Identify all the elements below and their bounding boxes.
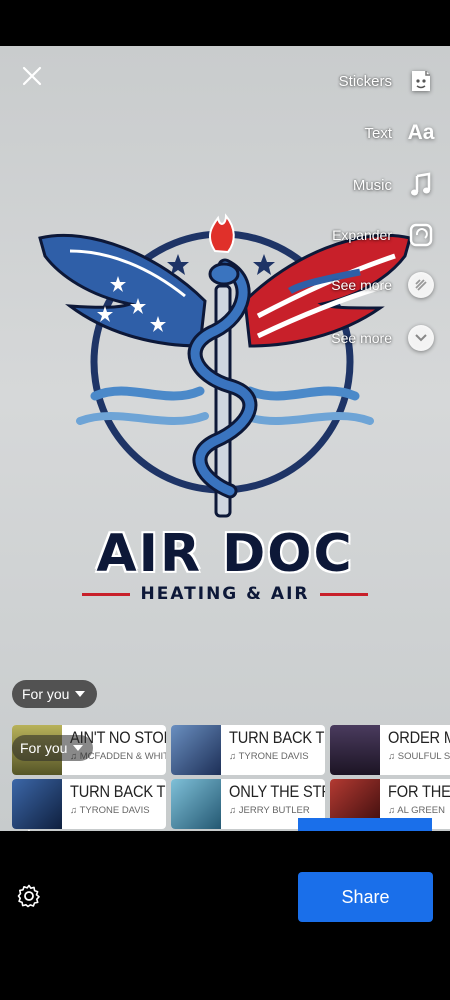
status-bar xyxy=(0,0,450,46)
track-title: ORDER M xyxy=(388,728,450,747)
chevron-down-icon xyxy=(406,323,436,353)
tool-label: Stickers xyxy=(338,72,392,90)
tool-label: See more xyxy=(331,330,392,346)
tool-see-more[interactable]: See more xyxy=(331,323,436,353)
album-cover xyxy=(171,779,221,829)
track-title: ONLY THE STR xyxy=(229,782,325,801)
track-artist: ♫ SOULFUL SOUN xyxy=(388,751,450,762)
music-note-icon xyxy=(406,170,436,200)
tool-draw[interactable]: See more xyxy=(331,270,436,300)
music-filter-ghost: For you xyxy=(12,735,94,761)
caret-down-icon xyxy=(75,691,86,697)
tool-text[interactable]: Text Aa xyxy=(364,118,436,148)
air-doc-logo-image xyxy=(38,213,412,518)
tool-expander[interactable]: Expander xyxy=(332,220,436,250)
track-title: TURN BACK TH xyxy=(70,782,166,801)
logo-title: AIR DOC xyxy=(96,524,354,584)
tool-label: Expander xyxy=(332,227,392,243)
close-icon xyxy=(22,66,42,86)
track-artist: ♫ AL GREEN xyxy=(388,805,445,816)
music-filter-ghost-label: For you xyxy=(20,740,68,756)
music-filter-label: For you xyxy=(22,686,70,702)
caret-down-icon xyxy=(73,745,84,751)
track-artist: ♫ TYRONE DAVIS xyxy=(229,751,309,762)
track-artist: ♫ JERRY BUTLER xyxy=(229,805,310,816)
text-aa-icon: Aa xyxy=(407,121,435,144)
track-artist: ♫ TYRONE DAVIS xyxy=(70,805,150,816)
logo-subtitle: HEATING & AIR xyxy=(0,584,450,604)
tool-label: See more xyxy=(331,277,392,293)
track-title: FOR THE G xyxy=(388,782,450,801)
music-filter-dropdown[interactable]: For you xyxy=(12,680,98,708)
track-title: TURN BACK TH xyxy=(229,728,325,747)
music-track-card[interactable]: ORDER M ♫ SOULFUL SOUN xyxy=(330,725,450,775)
album-cover xyxy=(330,725,380,775)
tool-stickers[interactable]: Stickers xyxy=(339,66,436,96)
settings-button[interactable] xyxy=(17,884,41,908)
album-cover xyxy=(12,779,62,829)
story-canvas: AIR DOC HEATING & AIR xyxy=(0,46,450,831)
expander-icon xyxy=(406,220,436,250)
tool-label: Music xyxy=(352,176,392,194)
gear-icon xyxy=(17,884,40,908)
see-more-icon xyxy=(406,270,436,300)
music-track-card[interactable]: TURN BACK TH ♫ TYRONE DAVIS xyxy=(171,725,325,775)
share-button[interactable]: Share xyxy=(298,872,433,922)
logo-subtitle-text: HEATING & AIR xyxy=(140,584,310,604)
tool-music[interactable]: Music xyxy=(353,170,436,200)
close-button[interactable] xyxy=(18,62,46,90)
sticker-icon xyxy=(406,66,436,96)
tool-label: Text xyxy=(364,124,392,142)
subtitle-bar-left xyxy=(82,592,131,596)
subtitle-bar-right xyxy=(319,592,368,596)
music-track-card[interactable]: TURN BACK TH ♫ TYRONE DAVIS xyxy=(12,779,166,829)
album-cover xyxy=(171,725,221,775)
